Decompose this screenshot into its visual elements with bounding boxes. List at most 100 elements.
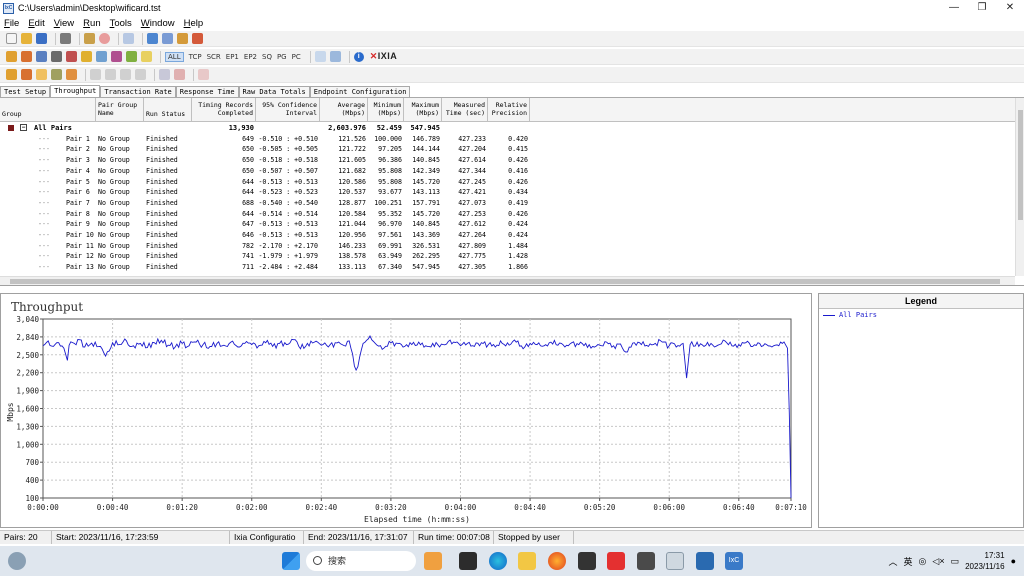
terminal-icon[interactable] bbox=[578, 552, 596, 570]
col-average[interactable]: Average (Mbps) bbox=[320, 98, 368, 122]
reset-icon[interactable] bbox=[174, 69, 185, 80]
tab-throughput[interactable]: Throughput bbox=[50, 85, 101, 97]
menu-file[interactable]: File bbox=[4, 18, 19, 29]
ixc-app-icon[interactable]: IxC bbox=[725, 552, 743, 570]
group-icon[interactable] bbox=[21, 51, 32, 62]
menu-run[interactable]: Run bbox=[83, 18, 100, 29]
new-file-icon[interactable] bbox=[6, 33, 17, 44]
delete-icon[interactable] bbox=[192, 33, 203, 44]
chevron-up-icon[interactable]: ︿ bbox=[889, 555, 898, 568]
add-pair-icon[interactable] bbox=[147, 33, 158, 44]
volume-icon[interactable]: ◁× bbox=[932, 556, 944, 567]
minimize-button[interactable]: — bbox=[940, 0, 968, 16]
explorer-icon[interactable] bbox=[518, 552, 536, 570]
tab-transaction-rate[interactable]: Transaction Rate bbox=[100, 86, 176, 97]
filter-scr[interactable]: SCR bbox=[207, 53, 221, 61]
edit-icon[interactable] bbox=[177, 33, 188, 44]
add-multicast-icon[interactable] bbox=[162, 33, 173, 44]
flag-icon[interactable] bbox=[21, 69, 32, 80]
table-row[interactable]: ---- Pair 1 No Group Finished 649 -0.510 : +0… bbox=[0, 134, 1015, 154]
col-run-status[interactable]: Run Status bbox=[144, 98, 192, 122]
firefox-icon[interactable] bbox=[548, 552, 566, 570]
endpoint-icon[interactable] bbox=[51, 51, 62, 62]
filter-pc[interactable]: PC bbox=[292, 53, 301, 61]
rename-icon[interactable] bbox=[81, 51, 92, 62]
table-row[interactable]: ---- Pair 13 No Group Finished 711 -2.484 : +… bbox=[0, 262, 1015, 276]
col-confidence-interval[interactable]: 95% Confidence Interval bbox=[256, 98, 320, 122]
scroll-thumb[interactable] bbox=[10, 279, 1000, 284]
scroll-thumb[interactable] bbox=[1018, 110, 1023, 220]
menu-edit[interactable]: Edit bbox=[28, 18, 44, 29]
taskbar-search[interactable]: 搜索 bbox=[306, 551, 416, 571]
chart-app-icon[interactable] bbox=[666, 552, 684, 570]
filter-pg[interactable]: PG bbox=[277, 53, 287, 61]
save-icon[interactable] bbox=[36, 33, 47, 44]
close-button[interactable]: ✕ bbox=[996, 0, 1024, 16]
report-icon[interactable] bbox=[126, 51, 137, 62]
chart-icon[interactable] bbox=[111, 51, 122, 62]
star-icon[interactable] bbox=[36, 69, 47, 80]
tab-test-setup[interactable]: Test Setup bbox=[0, 86, 51, 97]
col-minimum[interactable]: Minimum (Mbps) bbox=[368, 98, 404, 122]
table-row[interactable]: ---- Pair 7 No Group Finished 688 -0.540 : +0… bbox=[0, 198, 1015, 218]
battery-icon[interactable]: ▭ bbox=[951, 556, 960, 567]
table-row[interactable]: ---- Pair 3 No Group Finished 650 -0.518 : +0… bbox=[0, 155, 1015, 175]
notification-icon[interactable]: ● bbox=[1011, 556, 1016, 566]
open-folder-icon[interactable] bbox=[21, 33, 32, 44]
col-pair-group-name[interactable]: Pair Group Name bbox=[96, 98, 144, 122]
refresh-icon[interactable] bbox=[66, 69, 77, 80]
ixchariot-icon[interactable] bbox=[696, 552, 714, 570]
info-icon[interactable]: i bbox=[353, 51, 364, 62]
table-row[interactable]: ---- Pair 4 No Group Finished 650 -0.507 : +0… bbox=[0, 166, 1015, 186]
export-icon[interactable] bbox=[329, 51, 341, 62]
clock[interactable]: 17:31 2023/11/16 bbox=[965, 550, 1004, 572]
clear-icon[interactable] bbox=[198, 69, 209, 80]
window-icon[interactable] bbox=[123, 33, 134, 44]
ime-indicator[interactable]: 英 bbox=[904, 555, 913, 568]
compare-icon[interactable] bbox=[314, 51, 326, 62]
swap-icon[interactable] bbox=[159, 69, 170, 80]
run-icon[interactable] bbox=[84, 33, 95, 44]
start-icon[interactable] bbox=[282, 552, 300, 570]
table-row[interactable]: ---- Pair 9 No Group Finished 647 -0.513 : +0… bbox=[0, 219, 1015, 239]
widgets-icon[interactable] bbox=[8, 552, 26, 570]
grid-horizontal-scrollbar[interactable] bbox=[0, 276, 1015, 285]
stop-icon[interactable] bbox=[99, 33, 110, 44]
menu-window[interactable]: Window bbox=[141, 18, 175, 29]
table-row[interactable]: ---- Pair 2 No Group Finished 650 -0.505 : +0… bbox=[0, 144, 1015, 164]
wps-icon[interactable] bbox=[607, 552, 625, 570]
task-view-icon[interactable] bbox=[459, 552, 477, 570]
table-row[interactable]: ---- Pair 6 No Group Finished 644 -0.523 : +0… bbox=[0, 187, 1015, 207]
filter-all[interactable]: ALL bbox=[165, 51, 184, 62]
lightbulb-icon[interactable] bbox=[141, 51, 152, 62]
table-row[interactable]: ---- Pair 12 No Group Finished 741 -1.979 : +… bbox=[0, 251, 1015, 271]
menu-tools[interactable]: Tools bbox=[110, 18, 132, 29]
col-relative-precision[interactable]: Relative Precision bbox=[488, 98, 530, 122]
network-icon[interactable]: ◎ bbox=[919, 556, 927, 567]
tab-endpoint-configuration[interactable]: Endpoint Configuration bbox=[309, 86, 411, 97]
people-icon[interactable] bbox=[424, 552, 442, 570]
wand-icon[interactable] bbox=[6, 69, 17, 80]
tab-raw-data-totals[interactable]: Raw Data Totals bbox=[238, 86, 310, 97]
pair-icon[interactable] bbox=[6, 51, 17, 62]
menu-view[interactable]: View bbox=[54, 18, 74, 29]
col-measured-time[interactable]: Measured Time (sec) bbox=[442, 98, 488, 122]
col-group[interactable]: Group bbox=[0, 98, 96, 122]
collapse-icon[interactable]: − bbox=[20, 124, 27, 131]
table-row[interactable]: ---- Pair 10 No Group Finished 646 -0.513 : +… bbox=[0, 230, 1015, 250]
all-pairs-row[interactable]: − All Pairs 13,930 2,603.976 52.459 547.… bbox=[0, 123, 1015, 134]
filter-ep2[interactable]: EP2 bbox=[244, 53, 257, 61]
network-icon[interactable] bbox=[36, 51, 47, 62]
legend-item[interactable]: All Pairs bbox=[819, 309, 1023, 321]
filter-ep1[interactable]: EP1 bbox=[226, 53, 239, 61]
tools-icon[interactable] bbox=[51, 69, 62, 80]
edge-icon[interactable] bbox=[489, 552, 507, 570]
maximize-button[interactable]: ❐ bbox=[968, 0, 996, 16]
snip-icon[interactable] bbox=[637, 552, 655, 570]
table-row[interactable]: ---- Pair 8 No Group Finished 644 -0.514 : +0… bbox=[0, 209, 1015, 229]
table-row[interactable]: ---- Pair 5 No Group Finished 644 -0.513 : +0… bbox=[0, 177, 1015, 197]
col-timing-records[interactable]: Timing Records Completed bbox=[192, 98, 256, 122]
tab-response-time[interactable]: Response Time bbox=[175, 86, 239, 97]
print-icon[interactable] bbox=[60, 33, 71, 44]
graph-icon[interactable] bbox=[96, 51, 107, 62]
